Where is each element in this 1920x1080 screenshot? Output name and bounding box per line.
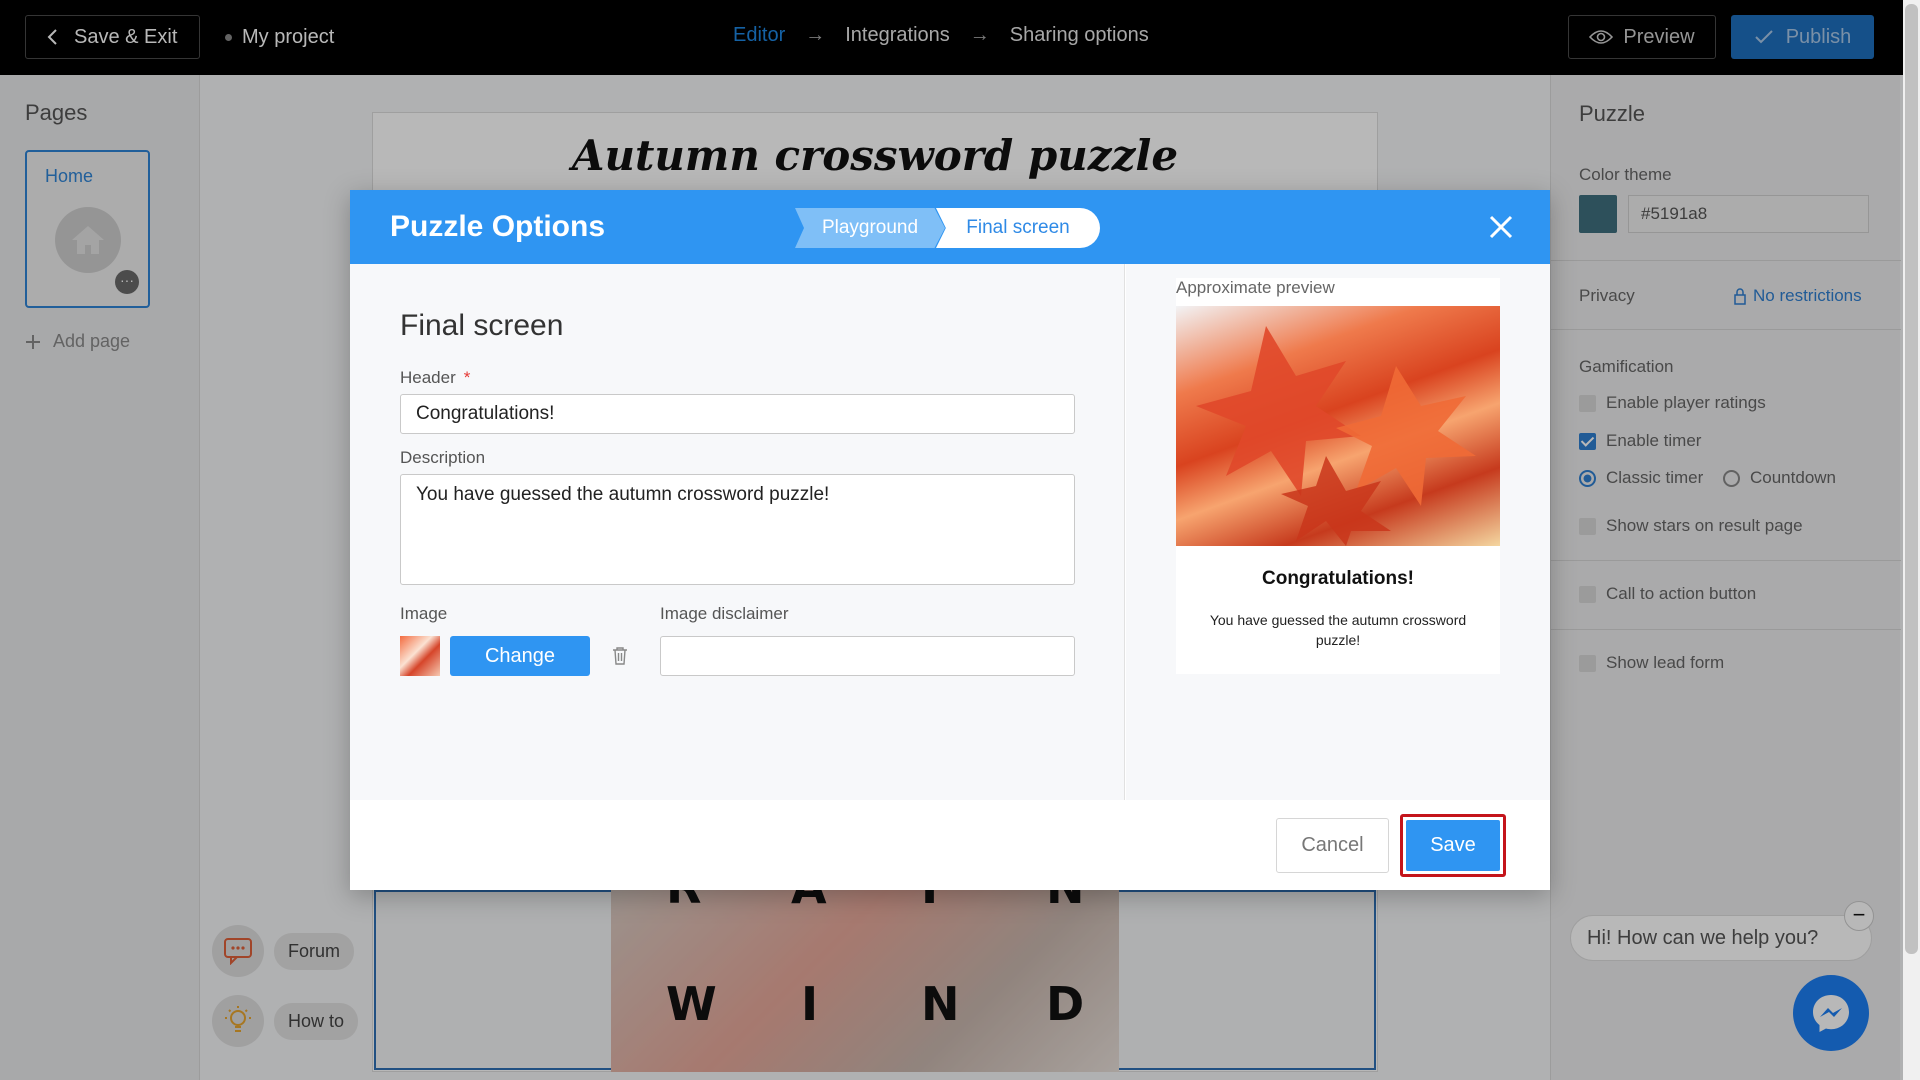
section-title: Final screen — [400, 309, 564, 342]
preview-card: Approximate preview Congratulations! You… — [1176, 278, 1500, 674]
preview-description: You have guessed the autumn crossword pu… — [1209, 612, 1467, 648]
tab-final-screen[interactable]: Final screen — [936, 208, 1100, 248]
modal-footer: Cancel Save — [350, 800, 1550, 890]
puzzle-options-modal: Puzzle Options Playground Final screen F… — [350, 190, 1550, 890]
trash-icon[interactable] — [612, 646, 628, 666]
header-input[interactable]: Congratulations! — [400, 394, 1075, 434]
maple-leaves-image — [1196, 326, 1476, 546]
modal-header: Puzzle Options Playground Final screen — [350, 190, 1550, 264]
save-button-highlight: Save — [1400, 814, 1506, 877]
approximate-preview-pane: Approximate preview Congratulations! You… — [1126, 264, 1550, 800]
modal-title: Puzzle Options — [390, 210, 606, 243]
cancel-button[interactable]: Cancel — [1276, 818, 1389, 873]
image-disclaimer-label: Image disclaimer — [660, 604, 789, 623]
close-icon[interactable] — [1484, 210, 1518, 244]
description-textarea[interactable]: You have guessed the autumn crossword pu… — [400, 474, 1075, 585]
final-screen-form: Final screen Header * Congratulations! De… — [350, 264, 1125, 800]
header-label-text: Header — [400, 368, 456, 387]
image-field-label: Image — [400, 604, 448, 623]
image-disclaimer-input[interactable] — [660, 636, 1075, 676]
scrollbar-thumb[interactable] — [1905, 4, 1918, 954]
description-field-label: Description — [400, 448, 486, 467]
required-asterisk: * — [463, 368, 471, 387]
tab-playground[interactable]: Playground — [795, 208, 945, 248]
preview-image — [1176, 306, 1500, 546]
save-button[interactable]: Save — [1406, 820, 1500, 871]
header-field-label: Header * — [400, 368, 470, 388]
image-thumbnail — [400, 636, 440, 676]
preview-header: Congratulations! — [1262, 568, 1414, 589]
change-image-button[interactable]: Change — [450, 636, 590, 676]
preview-label: Approximate preview — [1176, 278, 1335, 297]
